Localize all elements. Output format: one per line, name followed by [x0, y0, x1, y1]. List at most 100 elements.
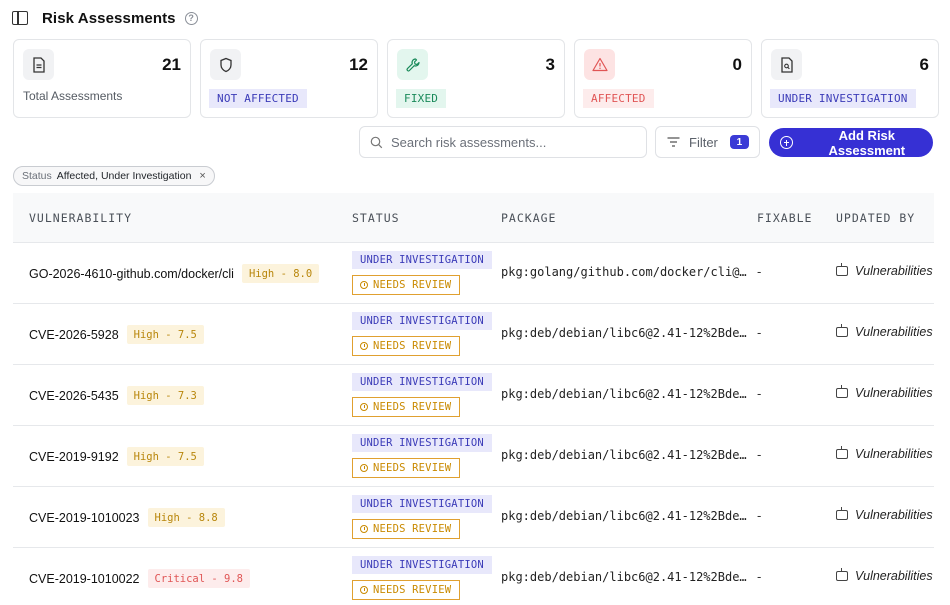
needs-review-badge: NEEDS REVIEW	[352, 458, 461, 478]
clock-icon	[360, 403, 368, 411]
stat-count: 3	[545, 55, 555, 74]
vulnerability-id[interactable]: GO-2026-4610-github.com/docker/cli	[29, 267, 234, 281]
add-risk-assessment-button[interactable]: Add Risk Assessment	[769, 127, 933, 158]
active-filter-pill[interactable]: Status Affected, Under Investigation ×	[13, 166, 215, 186]
status-badge: UNDER INVESTIGATION	[352, 495, 492, 513]
stat-card-affected[interactable]: 0 AFFECTED	[574, 39, 752, 118]
status-badge: UNDER INVESTIGATION	[352, 434, 492, 452]
severity-badge: High - 7.5	[126, 325, 204, 344]
vulnerability-id[interactable]: CVE-2019-1010023	[29, 511, 140, 525]
bot-icon	[836, 324, 848, 337]
bot-icon	[836, 263, 848, 276]
stat-count: 21	[162, 55, 181, 74]
stat-card-under-investigation[interactable]: 6 UNDER INVESTIGATION	[761, 39, 939, 118]
status-badge-not-affected: NOT AFFECTED	[209, 89, 307, 108]
updated-by-label: Vulnerabilities	[855, 508, 933, 522]
add-risk-assessment-label: Add Risk Assessment	[828, 127, 906, 158]
package-cell: pkg:deb/debian/libc6@2.41-12%2Bdeb13u1	[501, 448, 747, 462]
table-row[interactable]: CVE-2019-1010023 High - 8.8 UNDER INVEST…	[13, 487, 934, 548]
status-badge: UNDER INVESTIGATION	[352, 556, 492, 574]
vulnerability-cell: CVE-2019-1010023 High - 8.8	[29, 508, 225, 527]
column-header-fixable[interactable]: FIXABLE	[757, 211, 812, 225]
column-header-status[interactable]: STATUS	[352, 211, 400, 225]
table-row[interactable]: CVE-2019-9192 High - 7.5 UNDER INVESTIGA…	[13, 426, 934, 487]
status-badge-under-investigation: UNDER INVESTIGATION	[770, 89, 916, 108]
bot-icon	[836, 568, 848, 581]
clock-icon	[360, 586, 368, 594]
vulnerability-id[interactable]: CVE-2019-1010022	[29, 572, 140, 586]
updated-by-cell: Vulnerabilities	[836, 446, 933, 461]
column-header-updated-by[interactable]: UPDATED BY	[836, 211, 915, 225]
stat-count: 0	[732, 55, 742, 74]
severity-badge: High - 7.3	[126, 386, 204, 405]
sidebar-toggle-icon[interactable]	[12, 11, 28, 25]
package-cell: pkg:deb/debian/libc6@2.41-12%2Bdeb13u1	[501, 509, 747, 523]
filter-icon	[667, 137, 680, 147]
fixable-cell: -	[757, 386, 762, 401]
stat-card-not-affected[interactable]: 12 NOT AFFECTED	[200, 39, 378, 118]
status-badge-fixed: FIXED	[396, 89, 447, 108]
updated-by-label: Vulnerabilities	[855, 447, 933, 461]
needs-review-label: NEEDS REVIEW	[373, 340, 452, 352]
fixable-cell: -	[757, 264, 762, 279]
status-badge: UNDER INVESTIGATION	[352, 373, 492, 391]
severity-badge: High - 8.0	[241, 264, 320, 283]
filter-pill-key: Status	[22, 170, 52, 182]
table-row[interactable]: CVE-2026-5928 High - 7.5 UNDER INVESTIGA…	[13, 304, 934, 365]
fixable-cell: -	[757, 325, 762, 340]
bot-icon	[836, 507, 848, 520]
filter-pill-value: Affected, Under Investigation	[56, 170, 192, 182]
needs-review-label: NEEDS REVIEW	[373, 584, 452, 596]
updated-by-cell: Vulnerabilities	[836, 385, 933, 400]
close-icon[interactable]: ×	[199, 170, 205, 182]
updated-by-label: Vulnerabilities	[855, 264, 933, 278]
package-cell: pkg:deb/debian/libc6@2.41-12%2Bdeb13u1	[501, 326, 747, 340]
vulnerability-cell: GO-2026-4610-github.com/docker/cli High …	[29, 264, 320, 283]
plus-circle-icon	[780, 136, 793, 149]
bot-icon	[836, 446, 848, 459]
package-cell: pkg:deb/debian/libc6@2.41-12%2Bdeb13u1	[501, 387, 747, 401]
severity-badge: Critical - 9.8	[147, 569, 251, 588]
document-icon	[23, 49, 54, 80]
filter-button[interactable]: Filter 1	[655, 126, 760, 158]
stat-card-fixed[interactable]: 3 FIXED	[387, 39, 565, 118]
page-header: Risk Assessments ?	[12, 8, 198, 28]
filter-count-badge: 1	[729, 135, 749, 149]
needs-review-label: NEEDS REVIEW	[373, 279, 452, 291]
clock-icon	[360, 464, 368, 472]
needs-review-label: NEEDS REVIEW	[373, 401, 452, 413]
stat-cards: 21 Total Assessments 12 NOT AFFECTED 3 F…	[13, 39, 939, 118]
updated-by-cell: Vulnerabilities	[836, 263, 933, 278]
warning-icon	[584, 49, 615, 80]
vulnerability-cell: CVE-2026-5928 High - 7.5	[29, 325, 204, 344]
stat-count: 6	[919, 55, 929, 74]
vulnerability-id[interactable]: CVE-2019-9192	[29, 450, 119, 464]
search-input[interactable]	[391, 134, 631, 150]
bot-icon	[836, 385, 848, 398]
help-icon[interactable]: ?	[184, 11, 198, 25]
column-header-vulnerability[interactable]: VULNERABILITY	[29, 211, 132, 225]
vulnerability-id[interactable]: CVE-2026-5928	[29, 328, 119, 342]
status-badge: UNDER INVESTIGATION	[352, 312, 492, 330]
stat-card-total[interactable]: 21 Total Assessments	[13, 39, 191, 118]
table-row[interactable]: CVE-2019-1010022 Critical - 9.8 UNDER IN…	[13, 548, 934, 605]
page-title: Risk Assessments	[42, 9, 176, 27]
needs-review-badge: NEEDS REVIEW	[352, 275, 461, 295]
fixable-cell: -	[757, 569, 762, 584]
search-box[interactable]	[359, 126, 647, 158]
needs-review-label: NEEDS REVIEW	[373, 523, 452, 535]
updated-by-cell: Vulnerabilities	[836, 324, 933, 339]
needs-review-badge: NEEDS REVIEW	[352, 336, 461, 356]
vulnerability-id[interactable]: CVE-2026-5435	[29, 389, 119, 403]
package-cell: pkg:golang/github.com/docker/cli@v28.5.2…	[501, 265, 747, 279]
updated-by-label: Vulnerabilities	[855, 386, 933, 400]
column-header-package[interactable]: PACKAGE	[501, 211, 556, 225]
vulnerability-cell: CVE-2026-5435 High - 7.3	[29, 386, 204, 405]
filter-label: Filter	[689, 134, 718, 150]
stat-label: Total Assessments	[23, 89, 123, 103]
vulnerability-cell: CVE-2019-1010022 Critical - 9.8	[29, 569, 251, 588]
wrench-icon	[397, 49, 428, 80]
fixable-cell: -	[757, 447, 762, 462]
table-row[interactable]: GO-2026-4610-github.com/docker/cli High …	[13, 243, 934, 304]
table-row[interactable]: CVE-2026-5435 High - 7.3 UNDER INVESTIGA…	[13, 365, 934, 426]
